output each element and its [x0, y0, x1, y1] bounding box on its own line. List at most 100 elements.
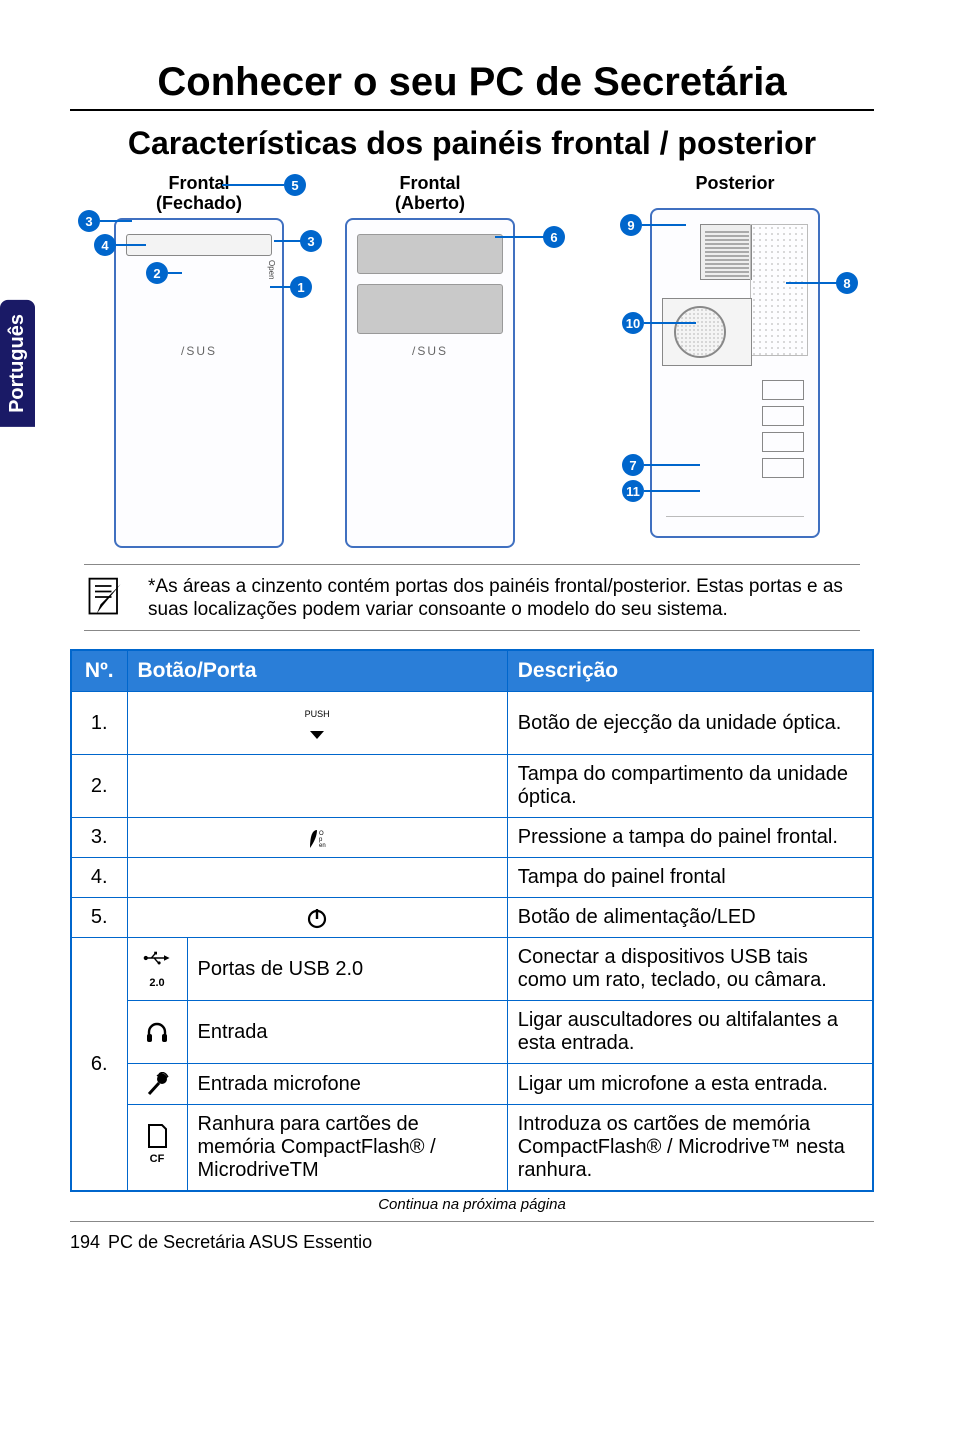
callout-7: 7 — [622, 454, 644, 476]
row-num: 6. — [71, 938, 127, 1192]
row-icon: 2.0 — [127, 938, 187, 1001]
row-desc: Pressione a tampa do painel frontal. — [507, 818, 873, 858]
row-sub-label: Entrada — [187, 1001, 507, 1064]
callout-6: 6 — [543, 226, 565, 248]
col-num-header: Nº. — [71, 650, 127, 692]
push-icon-label: PUSH — [305, 709, 330, 719]
row-desc: Ligar um microfone a esta entrada. — [507, 1064, 873, 1105]
title-rule — [70, 109, 874, 111]
row-sub-label: Entrada microfone — [187, 1064, 507, 1105]
rear-io-shield — [700, 224, 752, 280]
table-row: 2. Tampa do compartimento da unidade ópt… — [71, 755, 873, 818]
col-btn-header: Botão/Porta — [127, 650, 507, 692]
row-sub-label: Portas de USB 2.0 — [187, 938, 507, 1001]
odd-bay — [126, 234, 272, 256]
row-icon — [127, 1064, 187, 1105]
panel-front-open: Frontal (Aberto) /SUS 6 — [345, 174, 565, 548]
expansion-slot — [762, 458, 804, 478]
press-panel-icon: Open — [308, 828, 326, 848]
grey-area-bottom — [357, 284, 503, 334]
compactflash-icon — [146, 1123, 168, 1149]
open-hint-icon: Open — [267, 260, 276, 280]
row-desc: Ligar auscultadores ou altifalantes a es… — [507, 1001, 873, 1064]
callout-line — [222, 184, 284, 186]
expansion-slot — [762, 406, 804, 426]
footer-product: PC de Secretária ASUS Essentio — [108, 1232, 372, 1253]
row-num: 3. — [71, 818, 127, 858]
expansion-slot — [762, 432, 804, 452]
headphone-icon — [145, 1020, 169, 1044]
rear-bottom — [666, 516, 804, 530]
table-row: 5. Botão de alimentação/LED — [71, 898, 873, 938]
row-button — [127, 755, 507, 818]
row-num: 1. — [71, 692, 127, 755]
callout-line — [644, 464, 700, 466]
row-button — [127, 858, 507, 898]
page-title: Conhecer o seu PC de Secretária — [70, 60, 874, 105]
table-row: CF Ranhura para cartões de memória Compa… — [71, 1105, 873, 1192]
callout-line — [644, 322, 696, 324]
row-sub-label: Ranhura para cartões de memória CompactF… — [187, 1105, 507, 1192]
callout-5: 5 — [284, 174, 306, 196]
row-icon: CF — [127, 1105, 187, 1192]
table-row: Entrada microfone Ligar um microfone a e… — [71, 1064, 873, 1105]
callout-9: 9 — [620, 214, 642, 236]
row-button: PUSH — [127, 692, 507, 755]
grey-area-top — [357, 234, 503, 274]
row-desc: Botão de alimentação/LED — [507, 898, 873, 938]
panel-rear-label: Posterior — [695, 174, 774, 194]
asus-logo: /SUS — [116, 344, 282, 358]
row-num: 2. — [71, 755, 127, 818]
document-page: Português Conhecer o seu PC de Secretári… — [0, 0, 954, 1283]
note-text: *As áreas a cinzento contém portas dos p… — [148, 575, 860, 623]
table-header-row: Nº. Botão/Porta Descrição — [71, 650, 873, 692]
psu-fan-icon — [674, 306, 726, 358]
rear-vent — [750, 224, 808, 356]
callout-1: 1 — [290, 276, 312, 298]
callout-line — [168, 272, 182, 274]
row-num: 4. — [71, 858, 127, 898]
col-desc-header: Descrição — [507, 650, 873, 692]
note-rule — [84, 630, 860, 631]
case-front-closed: Open /SUS — [114, 218, 284, 548]
page-number: 194 — [70, 1232, 100, 1253]
callout-line — [270, 286, 292, 288]
callout-line — [495, 236, 545, 238]
page-footer: 194 PC de Secretária ASUS Essentio — [70, 1221, 874, 1253]
eject-icon — [310, 731, 324, 739]
callout-line — [786, 282, 838, 284]
usb-version-badge: 2.0 — [149, 977, 164, 989]
expansion-slot — [762, 380, 804, 400]
usb-icon — [143, 949, 171, 967]
row-button: Open — [127, 818, 507, 858]
section-subtitle: Características dos painéis frontal / po… — [70, 125, 874, 162]
cf-badge: CF — [150, 1153, 165, 1165]
row-icon — [127, 1001, 187, 1064]
svg-text:en: en — [319, 843, 326, 848]
callout-line — [642, 224, 686, 226]
row-button — [127, 898, 507, 938]
table-row: Entrada Ligar auscultadores ou altifalan… — [71, 1001, 873, 1064]
case-front-open: /SUS — [345, 218, 515, 548]
panel-front-open-label: Frontal (Aberto) — [395, 174, 465, 214]
callout-3-left: 3 — [78, 210, 100, 232]
table-row: 3. Open Pressione a tampa do painel fron… — [71, 818, 873, 858]
asus-logo: /SUS — [347, 344, 513, 358]
callout-3-right: 3 — [300, 230, 322, 252]
row-num: 5. — [71, 898, 127, 938]
spec-table: Nº. Botão/Porta Descrição 1. PUSH Botão … — [70, 649, 874, 1192]
callout-11: 11 — [622, 480, 644, 502]
panel-front-closed: Frontal (Fechado) Open /SUS 5 3 3 4 2 1 — [84, 174, 284, 548]
table-row: 6. 2.0 Portas de USB 2.0 Conectar a disp… — [71, 938, 873, 1001]
continued-note: Continua na próxima página — [70, 1196, 874, 1213]
row-desc: Tampa do painel frontal — [507, 858, 873, 898]
microphone-icon — [145, 1072, 169, 1096]
power-icon — [306, 907, 328, 929]
note-block: *As áreas a cinzento contém portas dos p… — [84, 564, 860, 623]
panel-front-closed-label: Frontal (Fechado) — [156, 174, 242, 214]
callout-10: 10 — [622, 312, 644, 334]
note-icon — [84, 575, 128, 619]
callout-line — [274, 240, 302, 242]
case-rear — [650, 208, 820, 538]
language-tab: Português — [0, 300, 35, 427]
